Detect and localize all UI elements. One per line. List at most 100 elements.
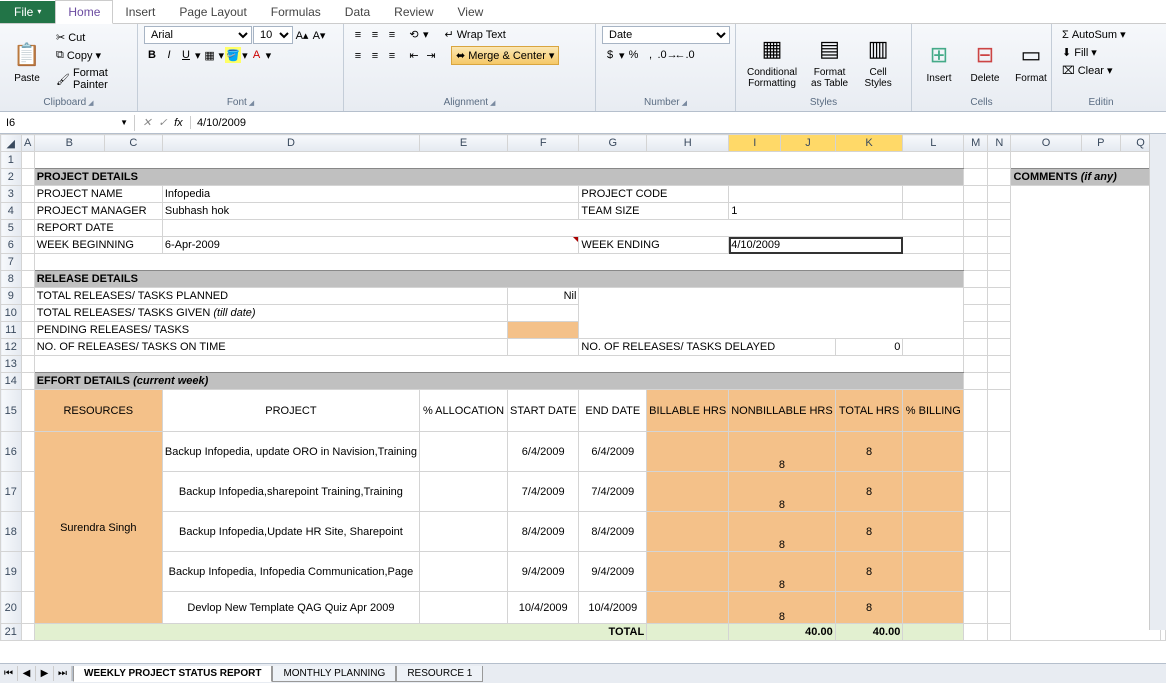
cell[interactable]: 8	[835, 592, 903, 624]
cell[interactable]: BILLABLE HRS	[647, 390, 729, 432]
cell[interactable]: 8	[729, 592, 835, 624]
tab-nav-prev[interactable]: ◀	[18, 666, 36, 681]
name-box[interactable]: I6▼	[0, 115, 135, 131]
format-as-table-button[interactable]: ▤Format as Table	[806, 30, 853, 92]
cell[interactable]: START DATE	[508, 390, 579, 432]
row-header[interactable]: 3	[1, 186, 22, 203]
row-header[interactable]: 20	[1, 592, 22, 624]
cell[interactable]: WEEK BEGINNING	[34, 237, 162, 254]
cell[interactable]: 8	[729, 472, 835, 512]
row-header[interactable]: 5	[1, 220, 22, 237]
cell[interactable]: TOTAL RELEASES/ TASKS PLANNED	[34, 288, 507, 305]
cell[interactable]: NO. OF RELEASES/ TASKS ON TIME	[34, 339, 507, 356]
cell[interactable]: 10/4/2009	[508, 592, 579, 624]
formulas-tab[interactable]: Formulas	[259, 1, 333, 23]
fx-buttons[interactable]: ✕✓fx	[135, 116, 191, 129]
row-header[interactable]: 6	[1, 237, 22, 254]
font-size-select[interactable]: 10	[253, 26, 293, 44]
tab-nav-first[interactable]: ⏮	[0, 666, 18, 681]
file-tab[interactable]: File	[0, 1, 55, 23]
cell[interactable]: 9/4/2009	[579, 552, 647, 592]
cell[interactable]: 8/4/2009	[579, 512, 647, 552]
row-header[interactable]: 4	[1, 203, 22, 220]
cell[interactable]: PROJECT MANAGER	[34, 203, 162, 220]
cell[interactable]: 8	[835, 472, 903, 512]
cell[interactable]: END DATE	[579, 390, 647, 432]
review-tab[interactable]: Review	[382, 1, 445, 23]
col-header[interactable]: F	[508, 135, 579, 152]
cell[interactable]: % ALLOCATION	[419, 390, 507, 432]
cell[interactable]: 8	[835, 552, 903, 592]
sheet-tab[interactable]: MONTHLY PLANNING	[272, 666, 396, 682]
cell[interactable]: PENDING RELEASES/ TASKS	[34, 322, 507, 339]
cell[interactable]: % BILLING	[903, 390, 964, 432]
cell[interactable]: TEAM SIZE	[579, 203, 729, 220]
row-header[interactable]: 15	[1, 390, 22, 432]
delete-cells-button[interactable]: ⊟Delete	[964, 36, 1006, 87]
cell[interactable]: NONBILLABLE HRS	[729, 390, 835, 432]
col-header[interactable]: L	[903, 135, 964, 152]
formula-input[interactable]: 4/10/2009	[191, 115, 1166, 131]
col-header[interactable]: B	[34, 135, 104, 152]
cell[interactable]: Backup Infopedia, update ORO in Navision…	[162, 432, 419, 472]
col-header[interactable]: I	[729, 135, 781, 152]
align-top-button[interactable]: ≡	[350, 27, 366, 43]
sheet-tab[interactable]: WEEKLY PROJECT STATUS REPORT	[73, 666, 272, 682]
bold-button[interactable]: B	[144, 47, 160, 63]
cell[interactable]: EFFORT DETAILS (current week)	[34, 373, 964, 390]
cell[interactable]: 6-Apr-2009	[162, 237, 579, 254]
view-tab[interactable]: View	[446, 1, 496, 23]
number-format-select[interactable]: Date	[602, 26, 730, 44]
cell[interactable]: 7/4/2009	[579, 472, 647, 512]
conditional-formatting-button[interactable]: ▦Conditional Formatting	[742, 30, 802, 92]
tab-nav-last[interactable]: ⏭	[54, 666, 72, 681]
underline-button[interactable]: U	[178, 47, 194, 63]
col-header[interactable]: O	[1011, 135, 1081, 152]
cut-button[interactable]: ✂Cut	[52, 29, 131, 46]
font-name-select[interactable]: Arial	[144, 26, 252, 44]
data-tab[interactable]: Data	[333, 1, 382, 23]
cell[interactable]	[508, 322, 579, 339]
row-header[interactable]: 9	[1, 288, 22, 305]
col-header[interactable]: H	[647, 135, 729, 152]
autosum-button[interactable]: ΣAutoSum ▾	[1058, 26, 1144, 43]
col-header[interactable]: K	[835, 135, 903, 152]
cell[interactable]: 7/4/2009	[508, 472, 579, 512]
grow-font-button[interactable]: A▴	[294, 27, 310, 43]
font-color-button[interactable]: A	[249, 47, 265, 63]
currency-button[interactable]: $	[602, 47, 618, 63]
cell[interactable]: 8	[729, 512, 835, 552]
decrease-decimal-button[interactable]: ←.0	[677, 47, 693, 63]
fill-button[interactable]: ⬇Fill ▾	[1058, 44, 1144, 61]
cell[interactable]: TOTAL	[34, 624, 646, 641]
cell[interactable]: RELEASE DETAILS	[34, 271, 964, 288]
cell[interactable]: 8	[729, 432, 835, 472]
cell[interactable]: Backup Infopedia,Update HR Site, Sharepo…	[162, 512, 419, 552]
cell[interactable]	[508, 305, 579, 322]
cell[interactable]: 6/4/2009	[508, 432, 579, 472]
row-header[interactable]: 13	[1, 356, 22, 373]
cell[interactable]: PROJECT NAME	[34, 186, 162, 203]
shrink-font-button[interactable]: A▾	[311, 27, 327, 43]
format-painter-button[interactable]: 🖌Format Painter	[52, 65, 131, 93]
cell[interactable]	[729, 186, 903, 203]
cell[interactable]: WEEK ENDING	[579, 237, 729, 254]
tab-nav-next[interactable]: ▶	[36, 666, 54, 681]
insert-cells-button[interactable]: ⊞Insert	[918, 36, 960, 87]
decrease-indent-button[interactable]: ⇤	[406, 48, 422, 64]
align-right-button[interactable]: ≡	[384, 48, 400, 64]
cell[interactable]: 8	[835, 432, 903, 472]
row-header[interactable]: 12	[1, 339, 22, 356]
cell[interactable]	[162, 220, 963, 237]
cell[interactable]: 10/4/2009	[579, 592, 647, 624]
cell[interactable]: 40.00	[835, 624, 903, 641]
cell[interactable]: PROJECT CODE	[579, 186, 729, 203]
cell[interactable]: 40.00	[729, 624, 835, 641]
col-header[interactable]: C	[104, 135, 162, 152]
wrap-text-button[interactable]: ↵Wrap Text	[441, 26, 510, 43]
col-header[interactable]: E	[419, 135, 507, 152]
cell[interactable]: 8	[835, 512, 903, 552]
row-header[interactable]: 19	[1, 552, 22, 592]
copy-button[interactable]: ⧉Copy ▾	[52, 47, 131, 64]
row-header[interactable]: 21	[1, 624, 22, 641]
